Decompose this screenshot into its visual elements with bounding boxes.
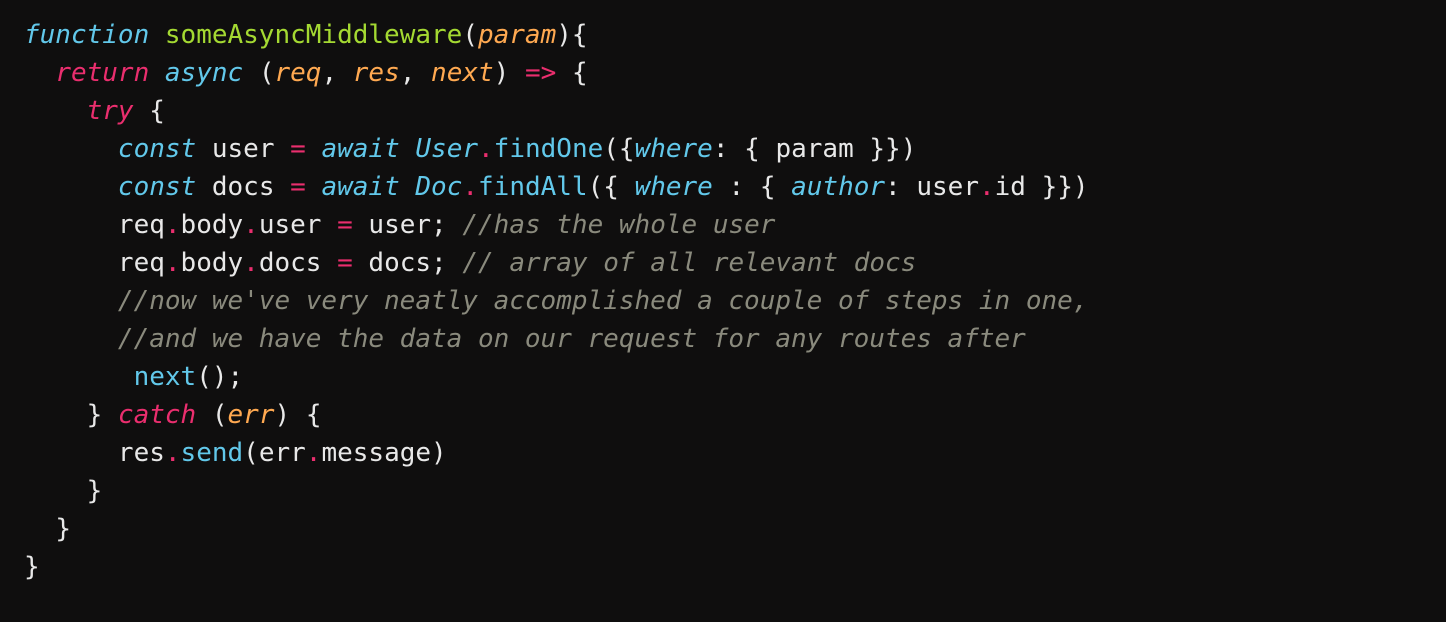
expr-id: id	[995, 172, 1026, 202]
method-findone: findOne	[494, 134, 604, 164]
stmt-body-2: body	[181, 248, 244, 278]
arrow: =>	[525, 58, 556, 88]
comment-1: //has the whole user	[462, 210, 775, 240]
stmt-user-1: user	[259, 210, 322, 240]
var-user: user	[212, 134, 275, 164]
expr-message: message	[321, 438, 431, 468]
param-res: res	[353, 58, 400, 88]
comment-4: //and we have the data on our request fo…	[118, 324, 1026, 354]
code-block: function someAsyncMiddleware(param){ ret…	[0, 0, 1446, 602]
class-user: User	[415, 134, 478, 164]
stmt-body-1: body	[181, 210, 244, 240]
stmt-docs-2: docs	[259, 248, 322, 278]
kw-await-2: await	[321, 172, 399, 202]
kw-const-1: const	[118, 134, 196, 164]
comment-2: // array of all relevant docs	[462, 248, 916, 278]
stmt-req-2: req	[118, 248, 165, 278]
stmt-req-1: req	[118, 210, 165, 240]
key-param: param	[775, 134, 853, 164]
fn-name: someAsyncMiddleware	[165, 20, 462, 50]
key-where-1: where	[635, 134, 713, 164]
kw-return: return	[55, 58, 149, 88]
call-next: next	[134, 362, 197, 392]
method-findall: findAll	[478, 172, 588, 202]
key-where-2: where	[635, 172, 713, 202]
param-next: next	[431, 58, 494, 88]
expr-err: err	[259, 438, 306, 468]
param-err: err	[228, 400, 275, 430]
kw-function: function	[24, 20, 149, 50]
comment-3: //now we've very neatly accomplished a c…	[118, 286, 1089, 316]
expr-user: user	[916, 172, 979, 202]
stmt-res: res	[118, 438, 165, 468]
stmt-docs-r: docs	[368, 248, 431, 278]
key-author: author	[791, 172, 885, 202]
kw-catch: catch	[118, 400, 196, 430]
kw-const-2: const	[118, 172, 196, 202]
kw-try: try	[87, 96, 134, 126]
var-docs: docs	[212, 172, 275, 202]
class-doc: Doc	[415, 172, 462, 202]
kw-async: async	[165, 58, 243, 88]
method-send: send	[181, 438, 244, 468]
param-req: req	[274, 58, 321, 88]
stmt-user-r: user	[368, 210, 431, 240]
kw-await-1: await	[321, 134, 399, 164]
param-outer: param	[478, 20, 556, 50]
